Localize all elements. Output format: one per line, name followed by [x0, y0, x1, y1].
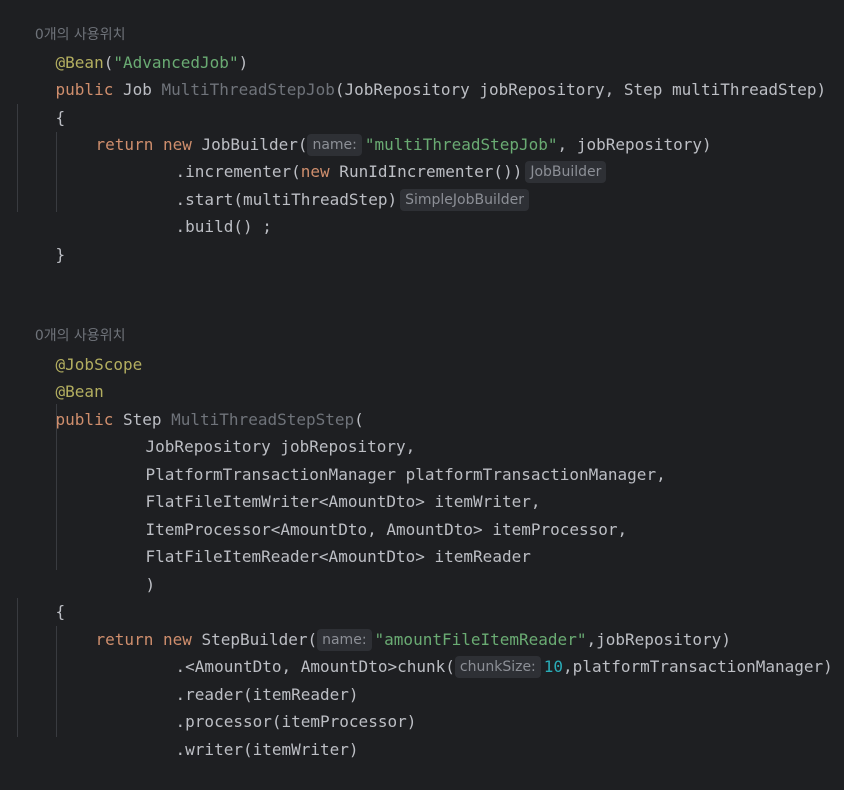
type-hint[interactable]: SimpleJobBuilder: [400, 189, 529, 211]
return-type: Job: [113, 80, 162, 99]
code-line-method-signature: public Step MultiThreadStepStep(: [17, 379, 364, 429]
code-line-param: JobRepository jobRepository,: [107, 406, 416, 456]
call-tail: ,platformTransactionManager): [563, 657, 833, 676]
parameter: FlatFileItemReader<AmountDto> itemReader: [145, 547, 531, 566]
code-line-annotation: @Bean("AdvancedJob"): [17, 22, 249, 72]
code-line-annotation-bean: @Bean: [17, 351, 104, 401]
code-line-param-close: ): [107, 544, 156, 594]
close-brace: }: [55, 245, 66, 264]
code-line-open-brace: {: [17, 571, 66, 621]
code-line-param: FlatFileItemReader<AmountDto> itemReader: [107, 516, 531, 566]
code-line-build: .build() ;: [137, 186, 272, 236]
code-line-incrementer: .incrementer(new RunIdIncrementer()) JobB…: [137, 131, 607, 183]
code-line-annotation-jobscope: @JobScope: [17, 324, 143, 374]
code-line-method-signature: public Job MultiThreadStepJob(JobReposit…: [17, 49, 827, 99]
paren: ): [145, 575, 156, 594]
method-name[interactable]: MultiThreadStepJob: [162, 80, 335, 99]
code-editor[interactable]: 0개의 사용위치 @Bean("AdvancedJob") public Job…: [0, 0, 844, 759]
code-line-return: return new JobBuilder(name: "multiThreadS…: [57, 104, 712, 156]
method-params: (JobRepository jobRepository, Step multi…: [334, 80, 827, 99]
chunk-size-number: 10: [543, 657, 564, 676]
usage-count-hint[interactable]: 0개의 사용위치: [17, 296, 126, 344]
code-line-param: FlatFileItemWriter<AmountDto> itemWriter…: [107, 461, 541, 511]
code-line-processor: .processor(itemProcessor): [137, 681, 417, 731]
code-line-close-brace: }: [17, 214, 66, 264]
code-line-open-brace: {: [17, 77, 66, 127]
usage-count-hint[interactable]: 0개의 사용위치: [17, 0, 126, 43]
build-call: .build() ;: [175, 217, 272, 236]
code-line-start: .start(multiThreadStep) SimpleJobBuilder: [137, 159, 529, 211]
parameter-name-hint[interactable]: chunkSize:: [454, 656, 541, 678]
code-line-return: return new StepBuilder(name: "amountFileI…: [57, 599, 731, 651]
code-line-param: ItemProcessor<AmountDto, AmountDto> item…: [107, 489, 628, 539]
code-line-chunk: .<AmountDto, AmountDto>chunk(chunkSize: 1…: [137, 626, 833, 678]
writer-call: .writer(itemWriter): [175, 740, 359, 759]
type-hint[interactable]: JobBuilder: [525, 161, 607, 183]
code-line-writer: .writer(itemWriter): [137, 709, 359, 759]
code-line-reader: .reader(itemReader): [137, 654, 359, 704]
code-line-param: PlatformTransactionManager platformTrans…: [107, 434, 666, 484]
keyword-public: public: [55, 410, 114, 429]
